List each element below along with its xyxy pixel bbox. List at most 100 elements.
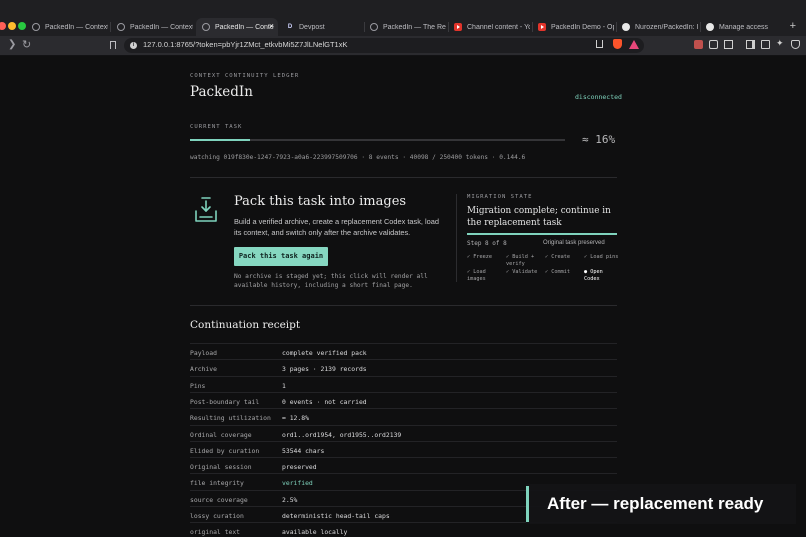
window-close-control[interactable] — [0, 22, 6, 30]
caption-accent-bar — [526, 486, 529, 522]
receipt-title: Continuation receipt — [190, 319, 301, 331]
migration-step: ✓ Freeze — [467, 254, 492, 260]
browser-tab[interactable]: PackedIn Demo - Ope — [534, 18, 614, 36]
pack-description: Build a verified archive, create a repla… — [234, 217, 439, 237]
table-row: Resulting utilization ≈ 12.8% — [190, 408, 617, 424]
connection-status: disconnected — [575, 93, 622, 101]
share-icon[interactable] — [596, 40, 603, 48]
brave-rewards-icon[interactable] — [629, 40, 639, 49]
globe-icon — [370, 23, 378, 31]
github-icon — [622, 23, 630, 31]
close-tab-icon[interactable]: × — [269, 21, 274, 31]
caption-text: After — replacement ready — [547, 494, 764, 513]
table-row: Elided by curation 53544 chars — [190, 440, 617, 457]
github-icon — [706, 23, 714, 31]
tab-label: Devpost — [299, 23, 325, 31]
reader-icon[interactable] — [761, 40, 770, 49]
tab-label: PackedIn — Context le — [45, 23, 108, 31]
migration-progress-bar — [467, 233, 617, 235]
receipt-value: deterministic head-tail caps — [282, 512, 390, 520]
bookmark-icon[interactable] — [110, 41, 116, 49]
receipt-key: file integrity — [190, 479, 244, 488]
receipt-key: Original session — [190, 463, 252, 472]
browser-tab[interactable]: D Devpost — [282, 18, 362, 36]
wallet-icon[interactable] — [724, 40, 733, 49]
browser-tab-bar: PackedIn — Context le PackedIn — Context… — [0, 0, 806, 36]
receipt-value: 2.5% — [282, 495, 298, 504]
back-arrow-icon[interactable]: ❯ — [8, 39, 16, 50]
migration-step: ✓ Build + verify — [506, 254, 535, 267]
section-divider — [456, 194, 457, 282]
pack-title: Pack this task into images — [234, 194, 407, 209]
window-zoom-control[interactable] — [18, 22, 26, 30]
receipt-key: lossy curation — [190, 512, 244, 520]
url-text[interactable]: 127.0.0.1:8765/?token=pbYjr1ZMct_etkvbMi… — [143, 40, 348, 49]
receipt-value: 0 events · not carried — [282, 397, 367, 406]
table-row: original text available locally — [190, 522, 617, 537]
receipt-value: complete verified pack — [282, 349, 367, 357]
migration-step: ✓ Load images — [467, 269, 486, 282]
browser-tab[interactable]: PackedIn — Context le — [113, 18, 193, 36]
task-progress-bar — [190, 139, 565, 141]
table-row: Pins 1 — [190, 375, 617, 392]
site-info-icon[interactable]: i — [130, 42, 137, 49]
tab-label: Nurozen/PackedIn: Im — [635, 23, 698, 31]
receipt-key: source coverage — [190, 495, 248, 504]
extension-icon[interactable] — [694, 40, 703, 49]
puzzle-icon[interactable] — [709, 40, 718, 49]
tab-label: PackedIn — The Reco — [383, 23, 446, 31]
receipt-value: preserved — [282, 463, 317, 472]
receipt-key: Post-boundary tail — [190, 397, 260, 406]
globe-icon — [202, 23, 210, 31]
receipt-key: Payload — [190, 349, 217, 357]
receipt-key: Elided by curation — [190, 446, 260, 455]
pack-task-button[interactable]: Pack this task again — [234, 247, 328, 266]
video-caption: After — replacement ready — [526, 484, 796, 524]
browser-tab[interactable]: Manage access — [702, 18, 782, 36]
brave-shields-icon[interactable] — [613, 39, 622, 49]
table-row: Ordinal coverage ord1..ord1954, ord1955..… — [190, 424, 617, 441]
browser-tab[interactable]: PackedIn — Context le — [28, 18, 108, 36]
ledger-page: CONTEXT CONTINUITY LEDGER PackedIn disco… — [0, 56, 806, 537]
task-percent: ≈ 16% — [582, 133, 616, 146]
current-task-label: CURRENT TASK — [190, 124, 243, 130]
app-eyebrow: CONTEXT CONTINUITY LEDGER — [190, 73, 300, 79]
receipt-value: 3 pages · 2139 records — [282, 365, 367, 374]
table-row: Archive 3 pages · 2139 records — [190, 359, 617, 375]
migration-step: ✓ Commit — [545, 269, 570, 275]
address-bar[interactable]: i 127.0.0.1:8765/?token=pbYjr1ZMct_etkvb… — [124, 38, 644, 53]
pack-note: No archive is staged yet; this click wil… — [234, 273, 428, 289]
browser-tab[interactable]: PackedIn — The Reco — [366, 18, 446, 36]
migration-step-current: ● Open Codex — [584, 269, 603, 282]
receipt-value: available locally — [282, 528, 348, 537]
receipt-value: 53544 chars — [282, 446, 325, 455]
devpost-icon: D — [287, 24, 293, 30]
leo-ai-icon[interactable]: ✦ — [776, 38, 785, 48]
table-row: Payload complete verified pack — [190, 343, 617, 359]
reload-icon[interactable]: ↻ — [22, 38, 31, 51]
new-tab-button[interactable]: + — [790, 20, 796, 32]
receipt-key: Ordinal coverage — [190, 430, 252, 439]
browser-toolbar: ❯ ↻ i 127.0.0.1:8765/?token=pbYjr1ZMct_e… — [0, 36, 806, 56]
migration-step: ✓ Validate — [506, 269, 538, 275]
receipt-value: 1 — [282, 381, 286, 390]
migration-eyebrow: MIGRATION STATE — [467, 194, 533, 200]
tab-label: Manage access — [719, 23, 769, 31]
tab-label: PackedIn Demo - Ope — [551, 23, 614, 31]
browser-tab[interactable]: Channel content - Yo — [450, 18, 530, 36]
receipt-value: ord1..ord1954, ord1955..ord2139 — [282, 430, 402, 439]
tab-label: Channel content - Yo — [467, 23, 530, 31]
sidebar-icon[interactable] — [746, 40, 755, 49]
browser-tab-active[interactable]: PackedIn — Conte × — [196, 18, 278, 36]
globe-icon — [117, 23, 125, 31]
migration-step: ✓ Create — [545, 254, 570, 260]
receipt-value: ≈ 12.8% — [282, 414, 309, 423]
vpn-shield-icon[interactable] — [791, 40, 800, 49]
tab-label: PackedIn — Context le — [130, 23, 193, 31]
table-row: Post-boundary tail 0 events · not carried — [190, 391, 617, 408]
youtube-icon — [538, 23, 546, 31]
globe-icon — [32, 23, 40, 31]
browser-tab[interactable]: Nurozen/PackedIn: Im — [618, 18, 698, 36]
window-minimize-control[interactable] — [8, 22, 16, 30]
receipt-key: Resulting utilization — [190, 414, 271, 423]
